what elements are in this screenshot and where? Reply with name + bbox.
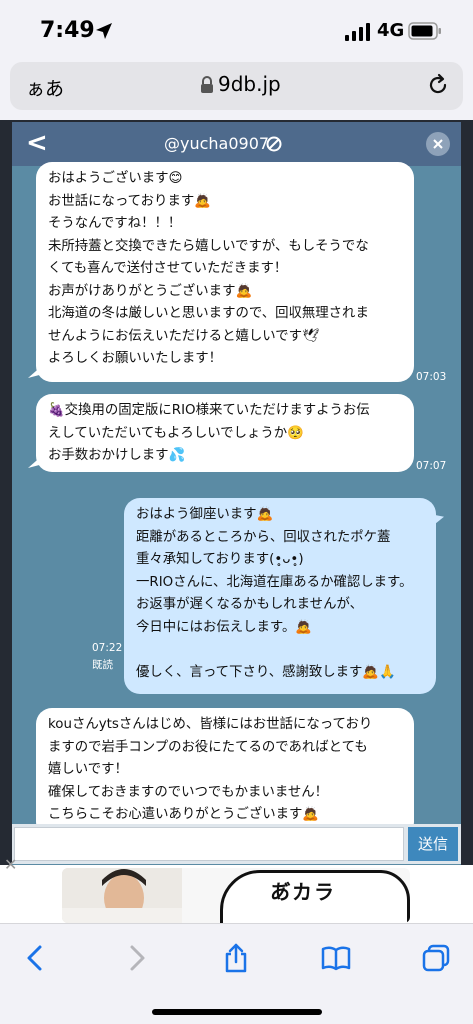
message-line: お返事が遅くなるかもしれませんが、 xyxy=(136,597,363,612)
message-line: 今日中にはお伝えします。🙇 xyxy=(136,619,313,635)
message-time: 07:07 xyxy=(416,460,447,472)
message-input[interactable] xyxy=(14,827,404,861)
ad-banner[interactable]: あ゙カラ xyxy=(62,868,410,923)
battery-icon xyxy=(408,22,441,40)
chat-username: @yucha0907 xyxy=(164,134,270,153)
message-time: 07:03 xyxy=(416,371,447,383)
status-bar: 7:49 4G xyxy=(0,0,473,62)
message-line: 一RIOさんに、北海道在庫あるか確認します。 xyxy=(136,574,413,590)
message-line: せんようにお伝えいただけると嬉しいです🕊 xyxy=(48,328,320,344)
message-line: 距離があるところから、回収されたポケ蓋 xyxy=(136,529,391,545)
close-icon[interactable] xyxy=(426,132,450,156)
message-line: おはようございます😊 xyxy=(48,171,183,186)
message-line: そうなんですね！！！ xyxy=(48,216,182,231)
ad-text: あ゙カラ xyxy=(270,880,336,904)
home-indicator xyxy=(152,1009,322,1015)
message-line: ますので岩手コンプのお役にたてるのであればとても xyxy=(48,739,368,755)
chevron-right-icon[interactable] xyxy=(120,942,152,974)
message-line: お声がけありがとうございます🙇 xyxy=(48,283,253,299)
reload-icon[interactable] xyxy=(426,73,450,97)
message-bubble-sent: おはよう御座います🙇 距離があるところから、回収されたポケ蓋 重々承知しておりま… xyxy=(124,498,444,694)
read-receipt: 既読 xyxy=(92,659,113,671)
message-line: くても喜んで送付させていただきます！ xyxy=(48,261,288,276)
message-line: kouさんytsさんはじめ、皆様にはお世話になっており xyxy=(48,717,373,732)
browser-address-area: ぁあ 9db.jp xyxy=(0,62,473,120)
block-icon[interactable] xyxy=(266,136,282,152)
message-line: おはよう御座います🙇 xyxy=(136,507,274,522)
message-line: お手数おかけします💦 xyxy=(48,448,186,463)
address-bar[interactable]: ぁあ 9db.jp xyxy=(10,62,463,110)
send-button[interactable]: 送信 xyxy=(408,827,458,861)
network-type: 4G xyxy=(377,20,405,41)
message-line: えしていただいてもよろしいでしょうか🥺 xyxy=(48,425,304,441)
message-line: 🍇交換用の固定版にRIO様来ていただけますようお伝 xyxy=(48,403,370,418)
ad-close-icon[interactable]: ✕ xyxy=(4,855,17,874)
message-line: 優しく、言って下さり、感謝致します🙇🙏 xyxy=(136,664,396,680)
browser-toolbar xyxy=(0,923,473,1024)
message-line: 重々承知しております(•̥ᴗ•̥) xyxy=(136,552,304,567)
message-line xyxy=(136,639,424,662)
message-line: よろしくお願いいたします！ xyxy=(48,351,223,366)
message-line: 北海道の冬は厳しいと思いますので、回収無理されま xyxy=(48,306,369,321)
chevron-left-icon[interactable] xyxy=(20,942,52,974)
message-line: 嬉しいです！ xyxy=(48,762,128,777)
message-line: 確保しておきますのでいつでもかまいません！ xyxy=(48,784,328,800)
status-time: 7:49 xyxy=(40,18,95,43)
reader-settings-button[interactable]: ぁあ xyxy=(26,74,64,101)
book-icon[interactable] xyxy=(320,942,352,974)
message-bubble-received: 🍇交換用の固定版にRIO様来ていただけますようお伝 えしていただいてもよろしいで… xyxy=(28,394,414,472)
back-button[interactable]: < xyxy=(26,128,48,158)
share-icon[interactable] xyxy=(220,942,252,974)
chat-header: < @yucha0907 xyxy=(12,122,461,166)
message-composer: 送信 xyxy=(12,824,461,864)
message-line: 未所持蓋と交換できたら嬉しいですが、もしそうでな xyxy=(48,238,369,254)
tabs-icon[interactable] xyxy=(420,942,452,974)
message-bubble-received: kouさんytsさんはじめ、皆様にはお世話になっており ますので岩手コンプのお役… xyxy=(28,708,414,838)
message-line: お世話になっております🙇 xyxy=(48,193,211,209)
ad-area: ✕ あ゙カラ xyxy=(0,855,473,923)
location-arrow-icon xyxy=(96,23,112,39)
chat-window: < @yucha0907 おはようございます😊 お世話になっております🙇 そうな… xyxy=(12,122,461,865)
lock-icon xyxy=(201,76,213,93)
url-text[interactable]: 9db.jp xyxy=(218,72,281,96)
ad-person-image xyxy=(62,868,182,923)
signal-icon xyxy=(345,23,370,41)
message-time: 07:22 xyxy=(92,642,123,654)
message-bubble-received: おはようございます😊 お世話になっております🙇 そうなんですね！！！ 未所持蓋と… xyxy=(28,162,414,382)
